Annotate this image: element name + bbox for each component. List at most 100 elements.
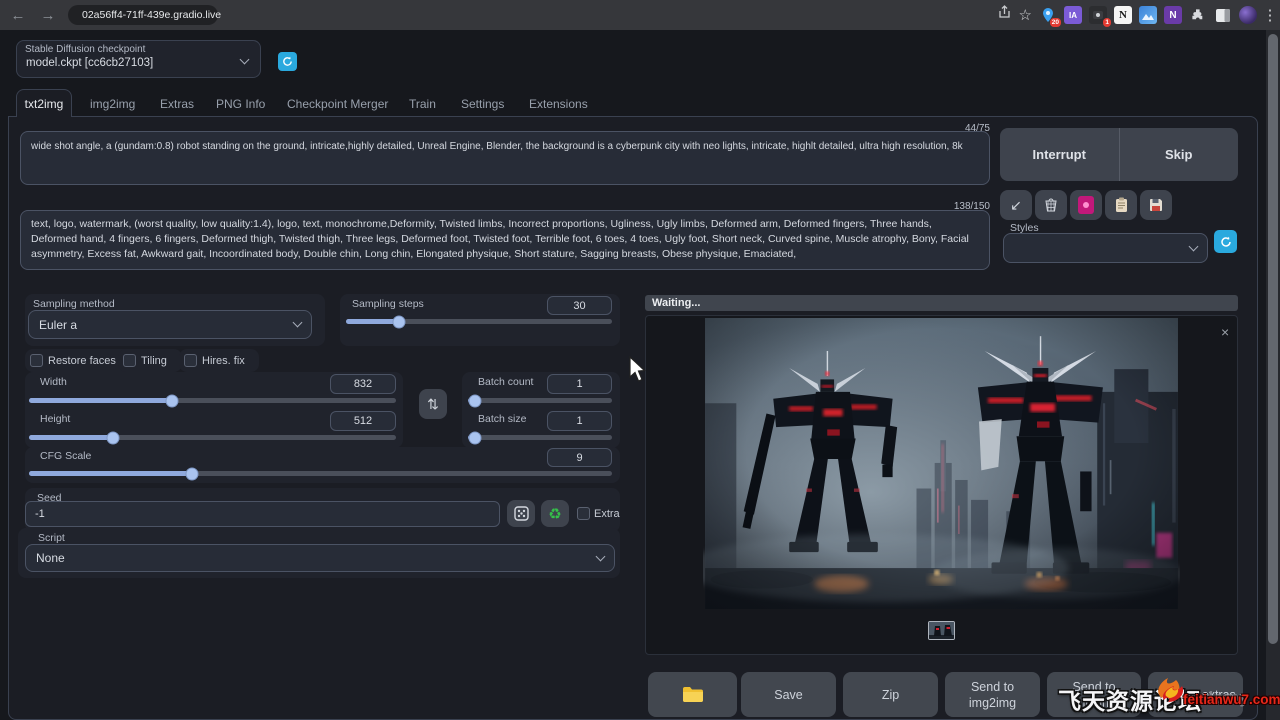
sampling-steps-slider[interactable] xyxy=(346,319,612,324)
ext-cam-badge: 1 xyxy=(1103,18,1111,27)
tab-extras[interactable]: Extras xyxy=(160,97,194,111)
paste-params-button[interactable]: ↙ xyxy=(1000,190,1032,220)
generate-controls: Interrupt Skip xyxy=(1000,128,1238,181)
seed-extra-checkbox[interactable] xyxy=(577,507,590,520)
profile-avatar[interactable] xyxy=(1239,6,1257,24)
reuse-seed-button[interactable]: ♻ xyxy=(541,500,569,527)
slider-handle[interactable] xyxy=(469,431,482,444)
generated-image[interactable] xyxy=(703,318,1180,609)
tab-checkpoint-merger[interactable]: Checkpoint Merger xyxy=(287,97,388,111)
height-label: Height xyxy=(40,413,70,425)
save-button[interactable]: Save xyxy=(741,672,836,717)
menu-dots-icon[interactable]: ⋮ xyxy=(1264,3,1276,27)
ext-onenote-icon[interactable]: N xyxy=(1164,6,1182,24)
send-to-inpaint-button[interactable]: Send to inpaint xyxy=(1047,672,1141,717)
styles-refresh-button[interactable] xyxy=(1214,230,1237,253)
tab-train[interactable]: Train xyxy=(409,97,436,111)
ext-notion-icon[interactable]: N xyxy=(1114,6,1132,24)
open-folder-button[interactable] xyxy=(648,672,737,717)
back-icon[interactable]: ← xyxy=(6,3,30,27)
progress-bar: Waiting... xyxy=(645,295,1238,311)
height-slider[interactable] xyxy=(29,435,396,440)
swap-icon: ⇅ xyxy=(427,396,439,413)
sampling-method-select[interactable]: Euler a xyxy=(28,310,312,339)
chevron-down-icon xyxy=(293,318,303,328)
restore-faces-checkbox[interactable] xyxy=(30,354,43,367)
scrollbar-thumb[interactable] xyxy=(1268,34,1278,644)
refresh-icon xyxy=(1220,236,1232,248)
chevron-down-icon xyxy=(1189,241,1199,251)
tab-img2img[interactable]: img2img xyxy=(90,97,135,111)
url-text: 02a56ff4-71ff-439e.gradio.live xyxy=(82,9,221,21)
close-icon[interactable]: × xyxy=(1221,324,1229,340)
gallery-thumbnail[interactable] xyxy=(928,621,955,640)
apply-styles-button[interactable] xyxy=(1105,190,1137,220)
slider-handle[interactable] xyxy=(469,394,482,407)
dice-icon xyxy=(514,506,529,521)
checkpoint-value: model.ckpt [cc6cb27103] xyxy=(26,57,153,69)
tab-png-info[interactable]: PNG Info xyxy=(216,97,265,111)
ext-cam-icon[interactable]: 1 xyxy=(1089,6,1107,24)
url-bar[interactable]: 02a56ff4-71ff-439e.gradio.live xyxy=(68,5,218,25)
extra-networks-card-icon xyxy=(1078,196,1094,214)
extra-networks-button[interactable] xyxy=(1070,190,1102,220)
batch-size-slider[interactable] xyxy=(468,435,612,440)
negative-prompt-input[interactable]: text, logo, watermark, (worst quality, l… xyxy=(20,210,990,270)
width-slider[interactable] xyxy=(29,398,396,403)
sampling-method-label: Sampling method xyxy=(33,298,115,310)
progress-text: Waiting... xyxy=(652,297,700,309)
skip-button[interactable]: Skip xyxy=(1120,128,1239,181)
ext-image-icon[interactable] xyxy=(1139,6,1157,24)
interrupt-button[interactable]: Interrupt xyxy=(1000,128,1120,181)
tiling-checkbox[interactable] xyxy=(123,354,136,367)
tab-txt2img[interactable]: txt2img xyxy=(16,89,72,117)
cfg-scale-input[interactable]: 9 xyxy=(547,448,612,467)
batch-count-input[interactable]: 1 xyxy=(547,374,612,394)
extensions-puzzle-icon[interactable] xyxy=(1189,6,1207,24)
batch-size-input[interactable]: 1 xyxy=(547,411,612,431)
script-select[interactable]: None xyxy=(25,544,615,572)
cfg-scale-slider[interactable] xyxy=(29,471,612,476)
prompt-input[interactable]: wide shot angle, a (gundam:0.8) robot st… xyxy=(20,131,990,185)
checkpoint-refresh-button[interactable] xyxy=(278,52,297,71)
save-style-button[interactable] xyxy=(1140,190,1172,220)
slider-handle[interactable] xyxy=(393,315,406,328)
chevron-down-icon xyxy=(596,551,606,561)
cfg-scale-label: CFG Scale xyxy=(40,450,91,462)
share-icon[interactable] xyxy=(997,5,1012,25)
width-label: Width xyxy=(40,376,67,388)
paste-arrow-icon: ↙ xyxy=(1010,197,1022,214)
width-input[interactable]: 832 xyxy=(330,374,396,394)
batch-count-slider[interactable] xyxy=(468,398,612,403)
batch-count-label: Batch count xyxy=(478,376,533,388)
checkpoint-dropdown[interactable]: Stable Diffusion checkpoint model.ckpt [… xyxy=(16,40,261,78)
hires-fix-label: Hires. fix xyxy=(202,355,245,367)
styles-select[interactable] xyxy=(1003,233,1208,263)
send-to-img2img-button[interactable]: Send to img2img xyxy=(945,672,1040,717)
ext-pin-icon[interactable]: 20 xyxy=(1039,6,1057,24)
clear-prompt-button[interactable] xyxy=(1035,190,1067,220)
cfg-block xyxy=(25,447,620,483)
tab-extensions[interactable]: Extensions xyxy=(529,97,588,111)
swap-dimensions-button[interactable]: ⇅ xyxy=(419,389,447,419)
sampling-steps-input[interactable]: 30 xyxy=(547,296,612,315)
hires-fix-checkbox[interactable] xyxy=(184,354,197,367)
trash-icon xyxy=(1044,198,1058,212)
seed-extra-label: Extra xyxy=(594,508,620,520)
browser-toolbar: ← → 02a56ff4-71ff-439e.gradio.live ☆ 20 … xyxy=(0,0,1280,30)
ext-ia-icon[interactable]: IA xyxy=(1064,6,1082,24)
height-input[interactable]: 512 xyxy=(330,411,396,431)
forward-icon[interactable]: → xyxy=(36,3,60,27)
chevron-down-icon xyxy=(240,55,250,65)
zip-button[interactable]: Zip xyxy=(843,672,938,717)
batch-size-label: Batch size xyxy=(478,413,526,425)
slider-handle[interactable] xyxy=(166,394,179,407)
slider-handle[interactable] xyxy=(107,431,120,444)
bookmark-star-icon[interactable]: ☆ xyxy=(1019,3,1032,27)
tab-settings[interactable]: Settings xyxy=(461,97,504,111)
sidebar-toggle-icon[interactable] xyxy=(1214,6,1232,24)
slider-handle[interactable] xyxy=(186,467,199,480)
random-seed-button[interactable] xyxy=(507,500,535,527)
seed-input[interactable]: -1 xyxy=(25,501,500,527)
scrollbar-track[interactable] xyxy=(1266,30,1280,720)
